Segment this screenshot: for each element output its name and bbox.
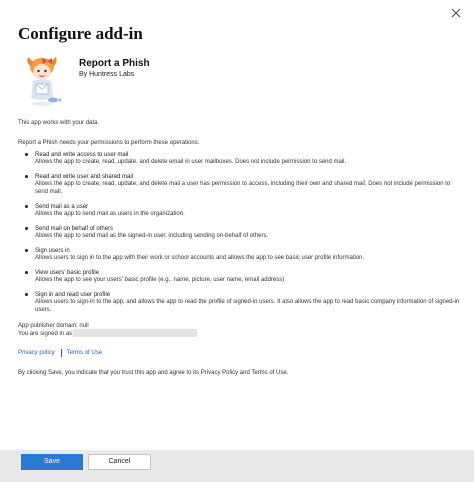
works-with-text: This app works with your data. <box>18 120 100 126</box>
permission-description: Allows the app to send mail as the signe… <box>35 232 269 239</box>
permission-description: Allows the app to see your users' basic … <box>35 277 285 284</box>
bullet-icon <box>25 226 28 230</box>
configure-addin-dialog: Configure add-in Report a Phish By Huntr… <box>0 0 474 482</box>
dialog-footer: Save Cancel <box>0 450 474 482</box>
needs-permission-text: Report a Phish needs your permissions to… <box>18 140 200 146</box>
signed-in-label: You are signed in as: <box>18 331 74 337</box>
addin-header: Report a Phish By Huntress Labs <box>22 54 452 110</box>
cancel-button[interactable]: Cancel <box>88 454 151 470</box>
list-item: Sign users in Allows users to sign in to… <box>24 247 464 263</box>
permission-title: Sign in and read user profile <box>35 292 111 299</box>
privacy-policy-link[interactable]: Privacy policy <box>18 350 55 356</box>
permission-description: Allows the app to create, read, update, … <box>35 181 451 195</box>
bullet-icon <box>25 248 28 252</box>
list-item: View users' basic profile Allows the app… <box>24 269 464 285</box>
list-item: Read and write access to user mail Allow… <box>24 151 464 167</box>
close-icon[interactable] <box>449 6 463 20</box>
bullet-icon <box>25 204 28 208</box>
addin-name: Report a Phish <box>79 58 150 69</box>
permission-list: Read and write access to user mail Allow… <box>24 151 464 321</box>
bullet-icon <box>25 153 28 156</box>
dialog-title: Configure add-in <box>18 24 143 43</box>
permission-title: Send mail on behalf of others <box>35 225 114 232</box>
list-item: Sign in and read user profile Allows use… <box>24 291 464 314</box>
bullet-icon <box>25 271 28 275</box>
permission-title: View users' basic profile <box>35 270 100 277</box>
permission-description: Allows the app to send mail as users in … <box>35 210 185 217</box>
bullet-icon <box>25 293 28 297</box>
list-item: Send mail as a user Allows the app to se… <box>24 203 464 219</box>
list-item: Read and write user and shared mail Allo… <box>24 173 464 196</box>
permission-title: Send mail as a user <box>35 203 89 210</box>
policy-links: Privacy policy Terms of Use <box>18 349 102 357</box>
permission-title: Sign users in <box>35 247 70 254</box>
permission-title: Read and write access to user mail <box>35 152 129 158</box>
redacted-account <box>73 329 197 337</box>
permission-description: Allows users to sign-in to the app, and … <box>35 299 460 313</box>
list-item: Send mail on behalf of others Allows the… <box>24 225 464 241</box>
bullet-icon <box>25 175 28 179</box>
permission-description: Allows users to sign in to the app with … <box>35 254 365 261</box>
consent-text: By clicking Save, you indicate that you … <box>18 370 289 376</box>
permission-description: Allows the app to create, read, update, … <box>35 159 347 165</box>
terms-of-use-link[interactable]: Terms of Use <box>67 350 102 356</box>
save-button[interactable]: Save <box>21 454 83 470</box>
link-divider <box>60 349 62 357</box>
permission-title: Read and write user and shared mail <box>35 174 134 181</box>
mascot-logo-icon <box>22 54 62 108</box>
addin-publisher: By Huntress Labs <box>79 71 135 78</box>
